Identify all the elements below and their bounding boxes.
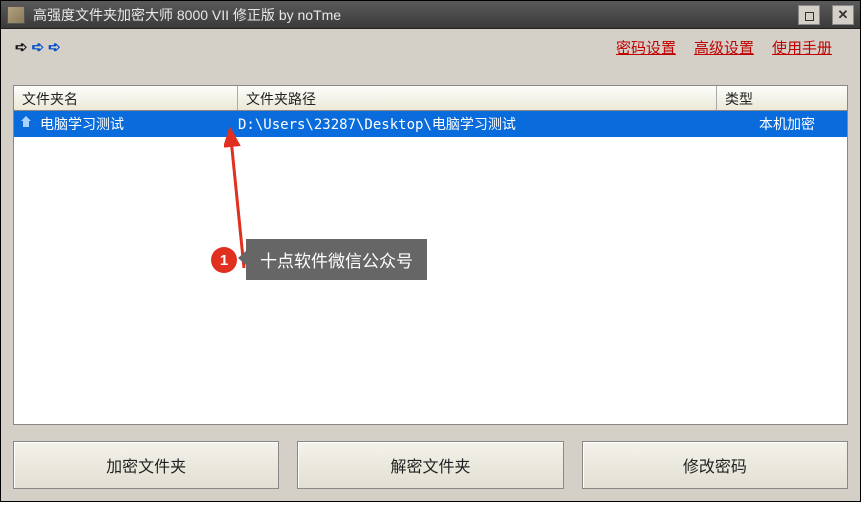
minimize-button[interactable] — [798, 5, 820, 25]
arrow-right-blue2-icon[interactable]: ➪ — [48, 38, 61, 56]
nav-arrows: ➪ ➪ ➪ — [15, 38, 61, 56]
arrow-right-black-icon[interactable]: ➪ — [15, 38, 28, 56]
app-window: 高强度文件夹加密大师 8000 VII 修正版 by noTme ✕ ➪ ➪ ➪… — [0, 0, 861, 502]
row-name: 电脑学习测试 — [40, 114, 238, 134]
row-path: D:\Users\23287\Desktop\电脑学习测试 — [238, 114, 727, 134]
minimize-icon — [805, 12, 814, 21]
row-type: 本机加密 — [727, 114, 847, 134]
list-header: 文件夹名 文件夹路径 类型 — [13, 85, 848, 111]
toolbar-links: 密码设置 高级设置 使用手册 — [616, 37, 846, 58]
header-type[interactable]: 类型 — [717, 86, 847, 110]
decrypt-button[interactable]: 解密文件夹 — [297, 441, 563, 489]
header-path[interactable]: 文件夹路径 — [238, 86, 717, 110]
encrypt-button[interactable]: 加密文件夹 — [13, 441, 279, 489]
content-area: 文件夹名 文件夹路径 类型 电脑学习测试 D:\Users\23287\Desk… — [13, 85, 848, 425]
toolbar: ➪ ➪ ➪ 密码设置 高级设置 使用手册 — [1, 29, 860, 65]
app-icon — [7, 6, 25, 24]
titlebar[interactable]: 高强度文件夹加密大师 8000 VII 修正版 by noTme ✕ — [1, 1, 860, 29]
arrow-right-blue-icon[interactable]: ➪ — [32, 38, 45, 56]
change-password-button[interactable]: 修改密码 — [582, 441, 848, 489]
window-controls: ✕ — [798, 5, 854, 25]
link-manual[interactable]: 使用手册 — [772, 37, 832, 58]
annotation-badge: 1 — [211, 247, 237, 273]
link-password-settings[interactable]: 密码设置 — [616, 37, 676, 58]
close-icon: ✕ — [838, 7, 849, 23]
bottom-actions: 加密文件夹 解密文件夹 修改密码 — [13, 441, 848, 489]
close-button[interactable]: ✕ — [832, 5, 854, 25]
folder-lock-icon — [16, 114, 36, 134]
list-body[interactable]: 电脑学习测试 D:\Users\23287\Desktop\电脑学习测试 本机加… — [13, 111, 848, 425]
table-row[interactable]: 电脑学习测试 D:\Users\23287\Desktop\电脑学习测试 本机加… — [14, 111, 847, 137]
header-name[interactable]: 文件夹名 — [14, 86, 238, 110]
annotation-tooltip: 十点软件微信公众号 — [246, 239, 427, 280]
link-advanced-settings[interactable]: 高级设置 — [694, 37, 754, 58]
window-title: 高强度文件夹加密大师 8000 VII 修正版 by noTme — [33, 5, 798, 25]
